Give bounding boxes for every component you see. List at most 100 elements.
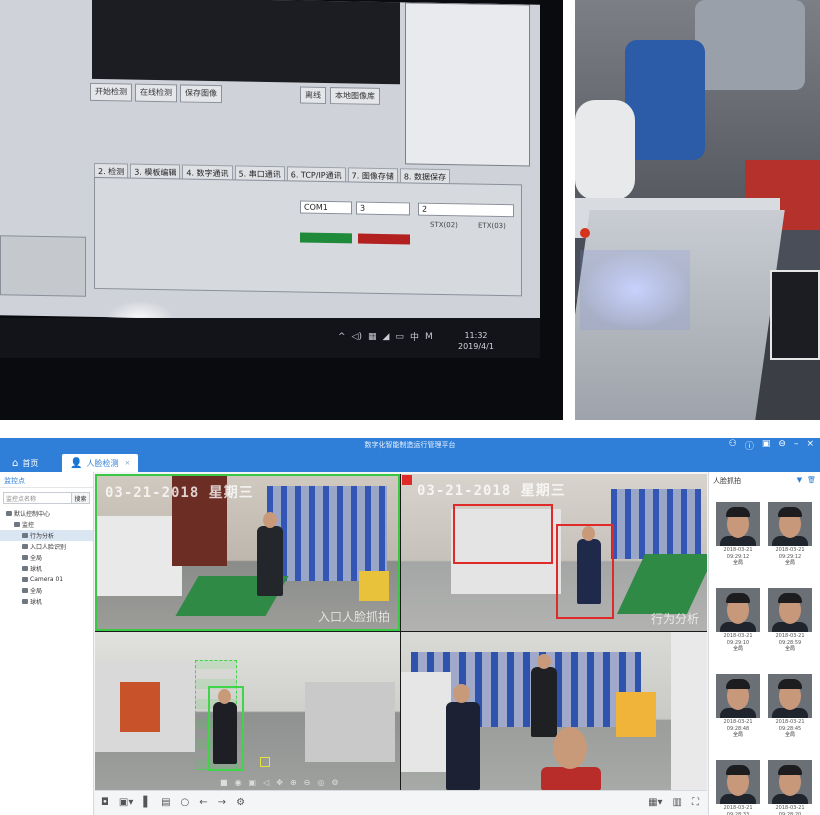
tree-item[interactable]: 全局: [0, 552, 93, 563]
zoom-out-icon[interactable]: ⊖: [304, 778, 311, 787]
monitor-photo: 开始检测 在线检测 保存图像 离线 本地图像库 2. 检测 3. 模板编辑 4.…: [0, 0, 563, 420]
field-a-input[interactable]: 3: [356, 201, 410, 216]
camera-tree-sidebar: 监控点 监控点名称 搜索 默认控制中心 监控 行为分析 入口人脸识别 全局 球机 Camer…: [0, 472, 94, 815]
face-card[interactable]: 2018-03-21 09:29:10 全局: [715, 588, 761, 653]
arrow-left-icon[interactable]: ←: [199, 797, 207, 808]
tree-item[interactable]: 全局: [0, 585, 93, 596]
keyboard-icon[interactable]: ▭: [395, 332, 404, 342]
stx-checkbox-label[interactable]: STX(02): [430, 221, 458, 229]
speaker-icon[interactable]: ◁): [352, 332, 362, 342]
app-tab-bar: ⌂ 首页 👤 人脸检测 ×: [0, 454, 820, 472]
camera-tree: 默认控制中心 监控 行为分析 入口人脸识别 全局 球机 Camera 01 全局 球机: [0, 508, 93, 607]
bookmark-icon[interactable]: ▌: [143, 797, 151, 808]
save-image-button[interactable]: 保存图像: [180, 84, 222, 104]
clock-time: 11:32: [464, 331, 488, 340]
camera-icon[interactable]: ◘: [101, 797, 109, 808]
ime-mode-icon[interactable]: M: [425, 332, 433, 342]
tree-item[interactable]: Camera 01: [0, 574, 93, 585]
side-monitor: [770, 270, 820, 360]
capture-camera: 全局: [732, 646, 743, 652]
face-hair: [778, 507, 802, 517]
face-card[interactable]: 2018-03-2109:28:20全局: [767, 760, 813, 815]
face-thumbnail: [768, 674, 812, 718]
grid-icon[interactable]: ▥: [673, 797, 682, 808]
close-icon[interactable]: ×: [806, 439, 814, 452]
window-icon[interactable]: ▤: [161, 797, 170, 808]
tree-item[interactable]: 行为分析: [0, 530, 93, 541]
layout-select-icon[interactable]: ▦▾: [648, 797, 662, 808]
detection-box-machine: [453, 504, 553, 564]
face-card[interactable]: 2018-03-21 09:29:12 全局: [715, 502, 761, 567]
face-card[interactable]: 2018-03-21 09:28:48 全局: [715, 674, 761, 739]
face-card[interactable]: 2018-03-2109:28:33全局: [715, 760, 761, 815]
tree-item[interactable]: 球机: [0, 563, 93, 574]
face-card[interactable]: 2018-03-21 09:29:12 全局: [767, 502, 813, 567]
face-hair: [726, 679, 750, 689]
delete-icon[interactable]: 🗑: [807, 476, 816, 484]
tab-face-detection[interactable]: 👤 人脸检测 ×: [62, 454, 139, 472]
record-icon[interactable]: ◉: [235, 778, 242, 787]
offline-checkbox[interactable]: 离线: [300, 86, 326, 104]
camera-search-input[interactable]: 监控点名称: [3, 492, 72, 504]
settings-icon[interactable]: ▣: [762, 439, 771, 452]
tree-item[interactable]: 入口人脸识别: [0, 541, 93, 552]
tree-item[interactable]: 默认控制中心: [0, 508, 93, 519]
settings-icon[interactable]: ⚙: [236, 797, 245, 808]
port-select[interactable]: COM1: [300, 200, 352, 215]
capture-date: 2018-03-21: [775, 719, 805, 725]
person-head: [453, 684, 470, 703]
folder-icon: [6, 511, 12, 516]
tab-home[interactable]: ⌂ 首页: [4, 454, 46, 472]
stop-icon[interactable]: ■: [220, 778, 228, 787]
audio-icon[interactable]: ◁: [263, 778, 269, 787]
folder-icon: [14, 522, 20, 527]
camera-icon: [22, 555, 28, 560]
face-card[interactable]: 2018-03-21 09:28:45 全局: [767, 674, 813, 739]
field-b-input[interactable]: 2: [418, 202, 514, 218]
face-panel-header: 人脸抓拍 ▼ 🗑: [709, 472, 820, 488]
tree-item[interactable]: 球机: [0, 596, 93, 607]
filter-icon[interactable]: ▼: [797, 476, 802, 484]
chevron-up-icon[interactable]: ^: [338, 332, 346, 342]
tab-home-label: 首页: [22, 458, 39, 468]
minimize-icon[interactable]: –: [794, 439, 799, 452]
taskbar-clock[interactable]: 11:32 2019/4/1: [458, 330, 494, 352]
local-image-library-button[interactable]: 本地图像库: [330, 87, 380, 105]
tab-face-detection-label: 人脸检测: [86, 458, 119, 468]
close-tab-icon[interactable]: ×: [124, 459, 130, 467]
camera-view-behavior[interactable]: 03-21-2018 星期三 行为分析: [401, 474, 707, 631]
wifi-icon[interactable]: ◢: [383, 332, 390, 342]
circle-icon[interactable]: ○: [181, 797, 190, 808]
ptz-icon[interactable]: ✥: [276, 778, 283, 787]
etx-checkbox-label[interactable]: ETX(03): [478, 222, 506, 230]
info-icon[interactable]: ⓘ: [745, 439, 754, 452]
camera-view-dome[interactable]: [401, 632, 707, 790]
camera-search-button[interactable]: 搜索: [72, 492, 90, 504]
fullscreen-icon[interactable]: ⛶: [692, 797, 699, 808]
zoom-in-icon[interactable]: ⊕: [290, 778, 297, 787]
robot-photo: [575, 0, 820, 420]
arrow-right-icon[interactable]: →: [218, 797, 226, 808]
face-thumbnail: [716, 502, 760, 546]
person: [257, 526, 283, 596]
window-title: 数字化智能制造运行管理平台: [364, 441, 456, 449]
capture-date: 2018-03-21: [775, 547, 805, 553]
ime-indicator[interactable]: 中: [410, 330, 419, 343]
user-icon: 👤: [70, 457, 83, 469]
snapshot-icon[interactable]: ▣: [249, 778, 257, 787]
focus-icon[interactable]: ◎: [317, 778, 324, 787]
online-detect-button[interactable]: 在线检测: [135, 83, 177, 103]
face-card[interactable]: 2018-03-21 09:28:59 全局: [767, 588, 813, 653]
tree-item[interactable]: 监控: [0, 519, 93, 530]
user-icon[interactable]: ⚇: [729, 439, 737, 452]
person: [541, 767, 601, 790]
face-thumbnail: [716, 760, 760, 804]
camera-view-entrance[interactable]: 03-21-2018 星期三 入口人脸抓拍: [95, 474, 400, 631]
snapshot-icon[interactable]: ▣▾: [119, 797, 133, 808]
settings-icon[interactable]: ⚙: [331, 778, 338, 787]
camera-view-global[interactable]: [95, 632, 400, 790]
player-toolbar-right: ▦▾ ▥ ⛶: [648, 797, 699, 808]
lock-icon[interactable]: ⊖: [778, 439, 786, 452]
network-icon[interactable]: ▦: [368, 332, 377, 342]
start-detect-button[interactable]: 开始检测: [90, 82, 132, 102]
